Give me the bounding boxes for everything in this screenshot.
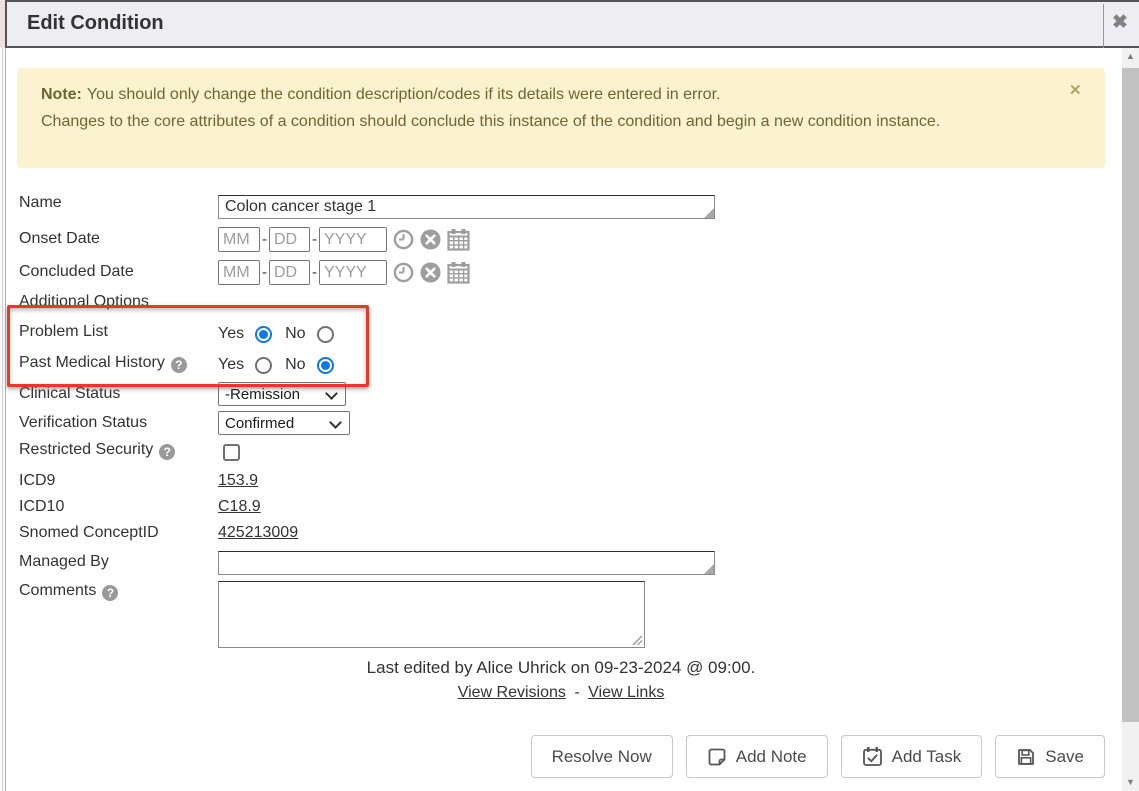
problem-list-no-radio[interactable] <box>317 326 334 343</box>
verification-status-label: Verification Status <box>19 414 147 432</box>
add-note-button[interactable]: Add Note <box>686 735 828 778</box>
icd9-link[interactable]: 153.9 <box>218 472 258 490</box>
clock-icon[interactable] <box>393 229 414 250</box>
icd10-link[interactable]: C18.9 <box>218 498 261 516</box>
verification-status-value: Confirmed <box>225 415 294 432</box>
dialog-titlebar: Edit Condition ✖ <box>5 0 1139 48</box>
concluded-month-input[interactable] <box>218 260 260 285</box>
dialog-left-border <box>5 48 6 791</box>
onset-date-label: Onset Date <box>19 230 100 248</box>
resolve-now-button[interactable]: Resolve Now <box>531 735 673 778</box>
managed-by-input[interactable] <box>218 551 715 575</box>
problem-list-label: Problem List <box>19 323 108 341</box>
scrollbar-thumb[interactable] <box>1122 68 1139 722</box>
view-revisions-link[interactable]: View Revisions <box>458 684 566 701</box>
icd9-label: ICD9 <box>19 472 55 490</box>
icd10-label: ICD10 <box>19 498 64 516</box>
note-line-1: Note: You should only change the conditio… <box>41 81 1059 108</box>
calendar-check-icon <box>862 746 883 767</box>
date-separator: - <box>312 264 317 281</box>
close-icon[interactable]: ✖ <box>1112 11 1128 34</box>
view-links-link[interactable]: View Links <box>588 684 664 701</box>
pmh-yes-radio[interactable] <box>255 357 272 374</box>
pmh-no-radio[interactable] <box>317 357 334 374</box>
backdrop-line <box>2 48 3 791</box>
titlebar-divider <box>1103 4 1104 48</box>
onset-year-input[interactable] <box>319 227 387 252</box>
add-task-label: Add Task <box>892 747 962 767</box>
calendar-icon[interactable] <box>447 228 470 251</box>
add-task-button[interactable]: Add Task <box>841 735 983 778</box>
pmh-no-label: No <box>285 356 305 374</box>
snomed-conceptid-label: Snomed ConceptID <box>19 524 159 542</box>
problem-list-yes-label: Yes <box>218 325 244 343</box>
dialog-title: Edit Condition <box>27 12 164 35</box>
last-edited-text: Last edited by Alice Uhrick on 09-23-202… <box>0 658 1122 678</box>
name-input[interactable] <box>218 195 715 219</box>
name-label: Name <box>19 194 62 212</box>
action-button-bar: Resolve Now Add Note Add Task Save <box>0 735 1105 778</box>
pmh-yes-label: Yes <box>218 356 244 374</box>
concluded-day-input[interactable] <box>269 260 310 285</box>
revision-links: View Revisions - View Links <box>0 684 1122 702</box>
clear-date-icon[interactable] <box>420 229 441 250</box>
help-icon[interactable]: ? <box>159 444 175 460</box>
additional-options-link[interactable]: Additional Options <box>19 293 149 311</box>
comments-label: Comments? <box>19 582 118 601</box>
managed-by-field-wrap <box>218 551 715 575</box>
onset-date-group: - - <box>218 227 470 252</box>
concluded-year-input[interactable] <box>319 260 387 285</box>
comments-textarea[interactable] <box>218 581 645 648</box>
note-text-1: You should only change the condition des… <box>87 86 721 103</box>
note-dismiss-icon[interactable]: ✕ <box>1069 81 1082 99</box>
note-banner: Note: You should only change the conditio… <box>17 68 1105 168</box>
restricted-security-checkbox[interactable] <box>223 444 240 461</box>
onset-month-input[interactable] <box>218 227 260 252</box>
concluded-date-group: - - <box>218 260 470 285</box>
calendar-icon[interactable] <box>447 261 470 284</box>
chevron-down-icon <box>325 387 338 400</box>
date-separator: - <box>262 231 267 248</box>
comments-field-wrap <box>218 581 645 648</box>
save-button[interactable]: Save <box>995 735 1105 778</box>
save-icon <box>1016 747 1036 767</box>
onset-day-input[interactable] <box>269 227 310 252</box>
clinical-status-value: -Remission <box>225 386 300 403</box>
links-separator: - <box>574 684 579 701</box>
save-label: Save <box>1045 747 1084 767</box>
problem-list-yes-radio[interactable] <box>255 326 272 343</box>
note-icon <box>707 747 727 767</box>
scroll-down-icon[interactable]: ▼ <box>1122 774 1139 791</box>
date-separator: - <box>262 264 267 281</box>
restricted-security-label: Restricted Security? <box>19 441 175 460</box>
snomed-conceptid-link[interactable]: 425213009 <box>218 524 298 542</box>
note-prefix: Note: <box>41 86 82 103</box>
clinical-status-select[interactable]: -Remission <box>218 382 346 406</box>
past-medical-history-label: Past Medical History? <box>19 354 187 373</box>
vertical-scrollbar[interactable]: ▲ ▼ <box>1122 48 1139 791</box>
past-medical-history-options: Yes No <box>218 356 334 374</box>
concluded-date-label: Concluded Date <box>19 263 134 281</box>
date-separator: - <box>312 231 317 248</box>
help-icon[interactable]: ? <box>171 357 187 373</box>
resolve-now-label: Resolve Now <box>552 747 652 767</box>
clinical-status-label: Clinical Status <box>19 385 120 403</box>
help-icon[interactable]: ? <box>102 585 118 601</box>
name-field-wrap <box>218 195 715 219</box>
problem-list-options: Yes No <box>218 325 334 343</box>
clock-icon[interactable] <box>393 262 414 283</box>
note-text-2: Changes to the core attributes of a cond… <box>41 108 1059 135</box>
highlight-annotation-box <box>7 305 369 387</box>
problem-list-no-label: No <box>285 325 305 343</box>
clear-date-icon[interactable] <box>420 262 441 283</box>
verification-status-select[interactable]: Confirmed <box>218 411 350 435</box>
add-note-label: Add Note <box>736 747 807 767</box>
scroll-up-icon[interactable]: ▲ <box>1122 48 1139 65</box>
chevron-down-icon <box>329 416 342 429</box>
managed-by-label: Managed By <box>19 553 109 571</box>
